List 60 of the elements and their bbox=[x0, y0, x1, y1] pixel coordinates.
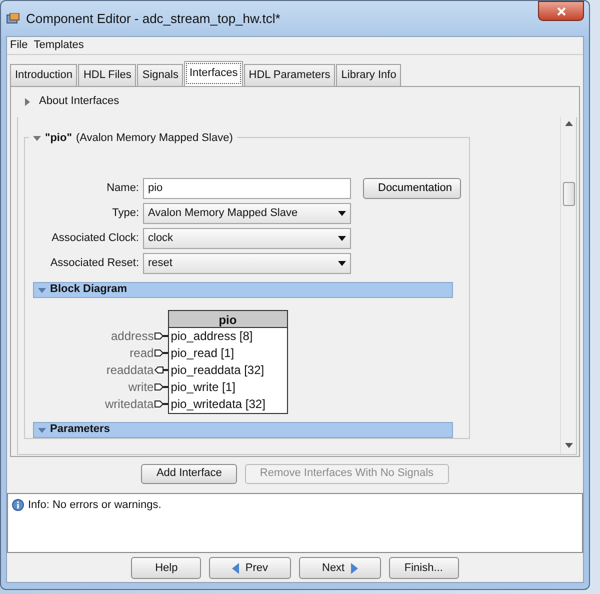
dropdown[interactable]: reset bbox=[143, 252, 351, 274]
section-header[interactable]: Parameters bbox=[33, 422, 453, 438]
field-label: Associated Clock: bbox=[50, 230, 139, 246]
block-title: pio bbox=[168, 310, 287, 328]
nav-button[interactable]: Next bbox=[299, 557, 381, 580]
section-title: Parameters bbox=[50, 422, 110, 438]
caret-icon bbox=[338, 210, 346, 216]
section-title[interactable]: About Interfaces bbox=[39, 93, 120, 110]
action-button[interactable]: Add Interface bbox=[141, 464, 237, 484]
caret-icon bbox=[338, 260, 346, 266]
window-title: Component Editor - adc_stream_top_hw.tcl* bbox=[26, 10, 280, 28]
section-header[interactable]: Block Diagram bbox=[33, 282, 453, 298]
port-signal: pio_writedata [32] bbox=[170, 396, 266, 412]
nav-button[interactable]: Help bbox=[131, 557, 202, 580]
menu-item[interactable]: Templates bbox=[34, 37, 84, 54]
caret-icon bbox=[338, 236, 346, 240]
tab[interactable]: Library Info bbox=[336, 64, 402, 86]
collapse-arrow-icon[interactable] bbox=[38, 286, 46, 294]
port-signal: pio_write [1] bbox=[170, 379, 236, 396]
documentation-button[interactable]: Documentation bbox=[363, 178, 461, 198]
dropdown[interactable]: Avalon Memory Mapped Slave bbox=[143, 202, 351, 224]
tab[interactable]: Interfaces bbox=[184, 61, 243, 86]
interface-name: "pio" bbox=[45, 130, 72, 146]
name-field[interactable]: pio bbox=[143, 178, 351, 198]
scrollbar-thumb[interactable] bbox=[562, 182, 574, 206]
right-arrow-icon bbox=[350, 562, 358, 574]
tab[interactable]: HDL Files bbox=[78, 64, 136, 86]
field-label: Associated Reset: bbox=[49, 256, 139, 271]
action-button: Remove Interfaces With No Signals bbox=[244, 464, 449, 484]
port-name: read bbox=[130, 345, 154, 362]
port-name: write bbox=[128, 379, 154, 396]
nav-button[interactable]: Finish... bbox=[388, 557, 459, 580]
menu-item[interactable]: File bbox=[10, 37, 28, 54]
tab[interactable]: HDL Parameters bbox=[244, 64, 336, 86]
message-text: Info: No errors or warnings. bbox=[28, 498, 162, 512]
interface-type: (Avalon Memory Mapped Slave) bbox=[76, 130, 233, 146]
scroll-down-icon[interactable] bbox=[564, 442, 572, 448]
app-icon bbox=[6, 12, 20, 24]
tab[interactable]: Introduction bbox=[10, 64, 78, 86]
field-label: Name: bbox=[106, 180, 139, 196]
collapse-arrow-icon[interactable] bbox=[38, 426, 46, 434]
port-name: address bbox=[111, 328, 154, 345]
port-name: readdata bbox=[106, 362, 154, 379]
left-arrow-icon bbox=[232, 562, 240, 574]
section-title: Block Diagram bbox=[50, 282, 128, 298]
nav-button[interactable]: Prev bbox=[209, 557, 291, 580]
scroll-up-icon[interactable] bbox=[564, 120, 572, 126]
tab[interactable]: Signals bbox=[137, 64, 184, 86]
port-signal: pio_read [1] bbox=[170, 345, 236, 362]
collapse-arrow-icon[interactable] bbox=[33, 134, 41, 142]
port-name: writedata bbox=[105, 396, 154, 413]
field-label: Type: bbox=[111, 206, 139, 221]
info-icon bbox=[12, 498, 24, 511]
dropdown[interactable]: clock bbox=[143, 228, 351, 248]
close-button[interactable] bbox=[538, 1, 584, 21]
port-signal: pio_address [8] bbox=[170, 328, 254, 344]
close-icon bbox=[556, 6, 566, 16]
scrollbar[interactable] bbox=[560, 116, 576, 454]
expand-arrow-icon[interactable] bbox=[23, 98, 31, 106]
port-signal: pio_readdata [32] bbox=[170, 362, 266, 378]
